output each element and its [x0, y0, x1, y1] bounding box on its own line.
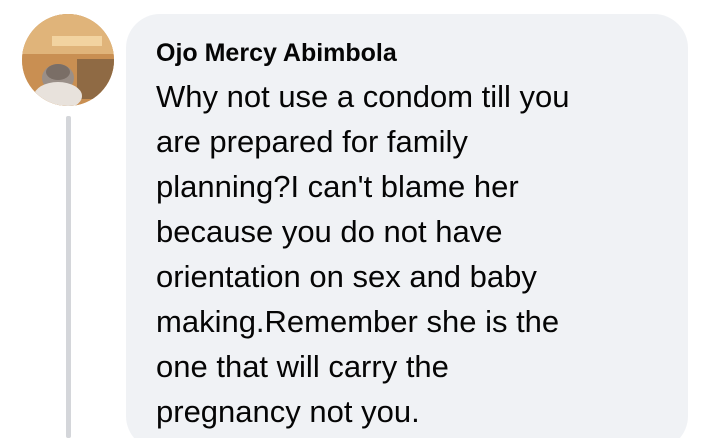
comment-text-line: making.Remember she is the	[156, 304, 560, 339]
comment-text-line: orientation on sex and baby	[156, 259, 537, 294]
comment-text-line: because you do not have	[156, 214, 503, 249]
comment: Ojo Mercy Abimbola Why not use a condom …	[0, 0, 712, 438]
thread-line	[66, 116, 71, 438]
comment-text-line: one that will carry the	[156, 349, 449, 384]
comment-bubble: Ojo Mercy Abimbola Why not use a condom …	[126, 14, 688, 438]
comment-text-line: Why not use a condom till you	[156, 79, 570, 114]
comment-text-line: planning?I can't blame her	[156, 169, 519, 204]
avatar[interactable]	[22, 14, 114, 106]
comment-text: Why not use a condom till you are prepar…	[156, 74, 668, 434]
comment-text-line: are prepared for family	[156, 124, 468, 159]
comment-text-line: pregnancy not you.	[156, 394, 420, 429]
avatar-photo	[22, 14, 114, 106]
comment-author[interactable]: Ojo Mercy Abimbola	[156, 38, 668, 68]
